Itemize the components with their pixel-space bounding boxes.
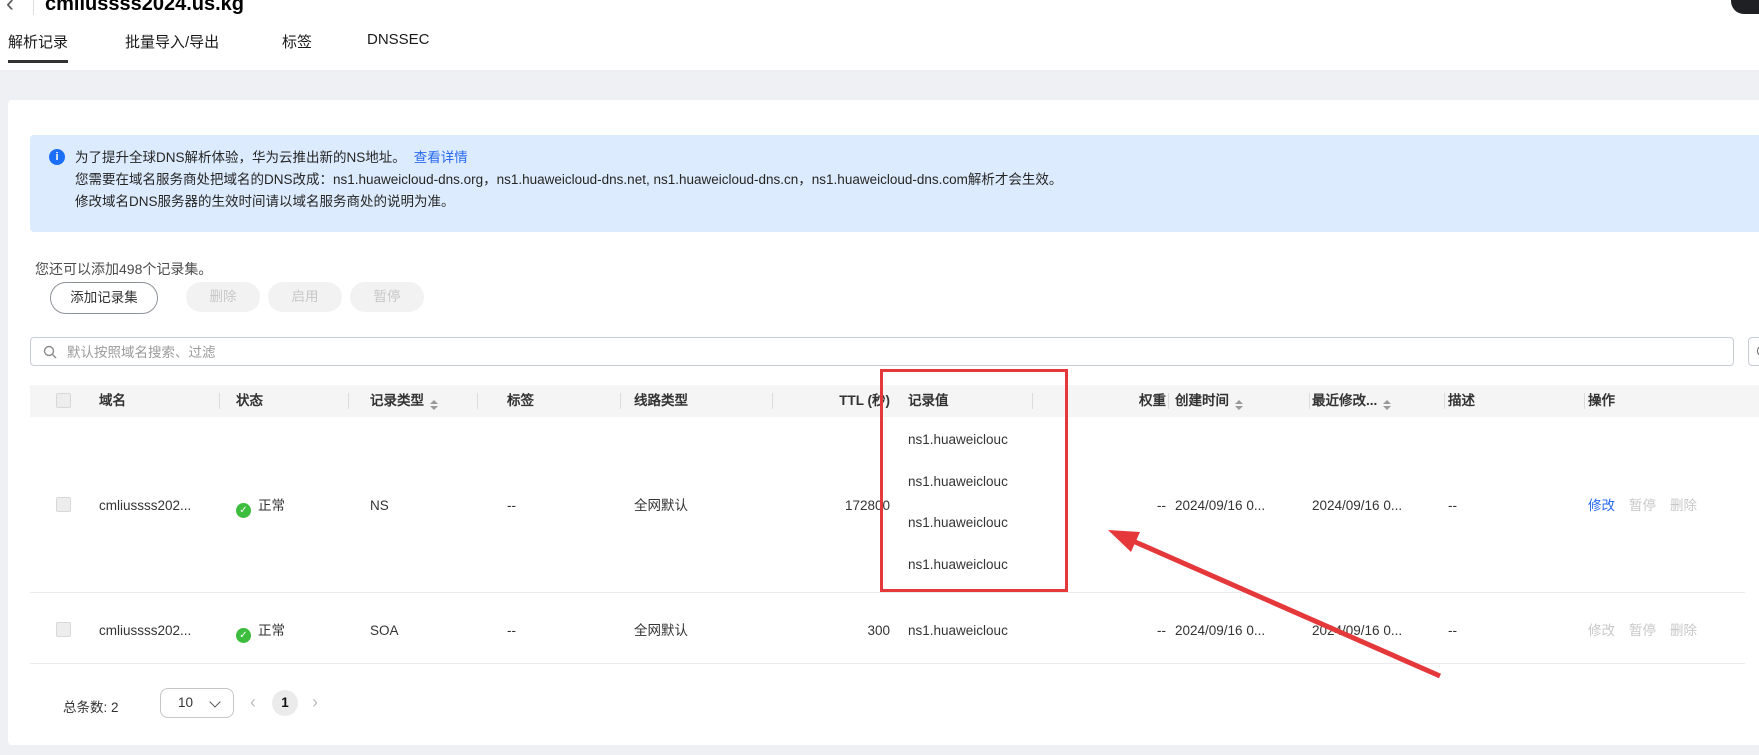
select-all-checkbox[interactable] — [56, 393, 71, 408]
next-page-button[interactable]: › — [312, 692, 318, 713]
cell-description: -- — [1448, 622, 1457, 640]
cell-status: ✓正常 — [236, 622, 285, 640]
info-icon: i — [49, 149, 65, 165]
tab-tags[interactable]: 标签 — [282, 31, 312, 52]
cell-record-value: ns1.huaweiclouc — [908, 473, 1008, 491]
cell-modified: 2024/09/16 0... — [1312, 497, 1402, 515]
table-row: cmliussss202... ✓正常 SOA -- 全网默认 300 ns1.… — [30, 592, 1759, 663]
cell-description: -- — [1448, 497, 1457, 515]
delete-button[interactable]: 删除 — [186, 282, 260, 312]
search-input[interactable] — [65, 339, 1669, 366]
cell-tag: -- — [507, 497, 516, 515]
col-status: 状态 — [236, 385, 263, 417]
chevron-down-icon — [209, 696, 220, 707]
delete-link[interactable]: 删除 — [1670, 623, 1697, 638]
page-size-select[interactable]: 10 — [160, 688, 234, 718]
total-count: 总条数: 2 — [63, 696, 119, 716]
cell-actions: 修改暂停删除 — [1588, 622, 1711, 640]
col-ttl: TTL (秒) — [839, 385, 890, 417]
page-title: cmliussss2024.us.kg — [45, 0, 244, 16]
col-domain: 域名 — [99, 385, 126, 417]
prev-page-button[interactable]: ‹ — [250, 692, 256, 713]
tab-batch-import-export[interactable]: 批量导入/导出 — [125, 31, 219, 52]
cell-weight: -- — [1157, 497, 1166, 515]
search-icon — [43, 345, 57, 359]
header-divider — [33, 0, 34, 15]
col-record-value: 记录值 — [908, 385, 949, 417]
tab-resolution-records[interactable]: 解析记录 — [8, 31, 68, 52]
row-checkbox[interactable] — [56, 497, 71, 512]
cell-line-type: 全网默认 — [634, 622, 688, 640]
sort-icon[interactable] — [1383, 400, 1391, 410]
cell-record-value: ns1.huaweiclouc — [908, 431, 1008, 449]
col-description: 描述 — [1448, 385, 1475, 417]
enable-button[interactable]: 启用 — [268, 282, 342, 312]
col-tag: 标签 — [507, 385, 534, 417]
cell-record-value: ns1.huaweiclouc — [908, 622, 1008, 640]
cell-actions: 修改暂停删除 — [1588, 497, 1711, 515]
quota-text: 您还可以添加498个记录集。 — [35, 259, 212, 279]
cell-status: ✓正常 — [236, 497, 285, 515]
table-bottom-divider — [30, 663, 1745, 664]
tab-dnssec[interactable]: DNSSEC — [367, 31, 430, 48]
total-count-value: 2 — [111, 700, 119, 715]
cell-ttl: 300 — [867, 622, 890, 640]
col-modified: 最近修改... — [1312, 385, 1391, 417]
sort-icon[interactable] — [1235, 400, 1243, 410]
back-icon[interactable]: ‹ — [6, 0, 14, 16]
col-line-type: 线路类型 — [634, 385, 688, 417]
pause-link[interactable]: 暂停 — [1629, 623, 1656, 638]
banner-line-1: 为了提升全球DNS解析体验，华为云推出新的NS地址。查看详情 — [75, 147, 468, 169]
cell-ttl: 172800 — [845, 497, 890, 515]
cell-created: 2024/09/16 0... — [1175, 622, 1265, 640]
dns-record-page: ‹ cmliussss2024.us.kg 解析记录 批量导入/导出 标签 DN… — [0, 0, 1759, 755]
col-record-type: 记录类型 — [370, 385, 438, 417]
cell-created: 2024/09/16 0... — [1175, 497, 1265, 515]
active-tab-underline — [8, 60, 68, 63]
pause-button[interactable]: 暂停 — [350, 282, 424, 312]
floating-widget[interactable] — [1731, 0, 1759, 14]
modify-link[interactable]: 修改 — [1588, 498, 1615, 513]
banner-line-2: 您需要在域名服务商处把域名的DNS改成：ns1.huaweicloud-dns.… — [75, 169, 1062, 191]
cell-line-type: 全网默认 — [634, 497, 688, 515]
modify-link[interactable]: 修改 — [1588, 623, 1615, 638]
view-details-link[interactable]: 查看详情 — [414, 150, 468, 165]
pause-link[interactable]: 暂停 — [1629, 498, 1656, 513]
banner-line-3: 修改域名DNS服务器的生效时间请以域名服务商处的说明为准。 — [75, 191, 455, 213]
table-row: cmliussss202... ✓正常 NS -- 全网默认 172800 ns… — [30, 417, 1759, 592]
add-record-set-button[interactable]: 添加记录集 — [50, 282, 158, 314]
current-page-button[interactable]: 1 — [272, 690, 298, 716]
status-ok-icon: ✓ — [236, 628, 251, 643]
cell-record-value: ns1.huaweiclouc — [908, 514, 1008, 532]
row-checkbox[interactable] — [56, 622, 71, 637]
cell-modified: 2024/09/16 0... — [1312, 622, 1402, 640]
cell-record-value: ns1.huaweiclouc — [908, 556, 1008, 574]
col-created: 创建时间 — [1175, 385, 1243, 417]
delete-link[interactable]: 删除 — [1670, 498, 1697, 513]
col-weight: 权重 — [1139, 385, 1166, 417]
cell-record-type: SOA — [370, 622, 399, 640]
status-ok-icon: ✓ — [236, 503, 251, 518]
sort-icon[interactable] — [430, 400, 438, 410]
table-header: 域名 状态 记录类型 标签 线路类型 TTL (秒) 记录值 权重 创建时间 最… — [30, 385, 1759, 417]
page-size-value: 10 — [178, 695, 193, 710]
cell-weight: -- — [1157, 622, 1166, 640]
col-actions: 操作 — [1588, 385, 1615, 417]
cell-record-type: NS — [370, 497, 389, 515]
search-box — [30, 337, 1734, 366]
cell-domain: cmliussss202... — [99, 622, 191, 640]
cell-tag: -- — [507, 622, 516, 640]
ns-notice-banner: i 为了提升全球DNS解析体验，华为云推出新的NS地址。查看详情 您需要在域名服… — [30, 135, 1759, 232]
cell-domain: cmliussss202... — [99, 497, 191, 515]
search-settings-button[interactable] — [1748, 337, 1759, 366]
